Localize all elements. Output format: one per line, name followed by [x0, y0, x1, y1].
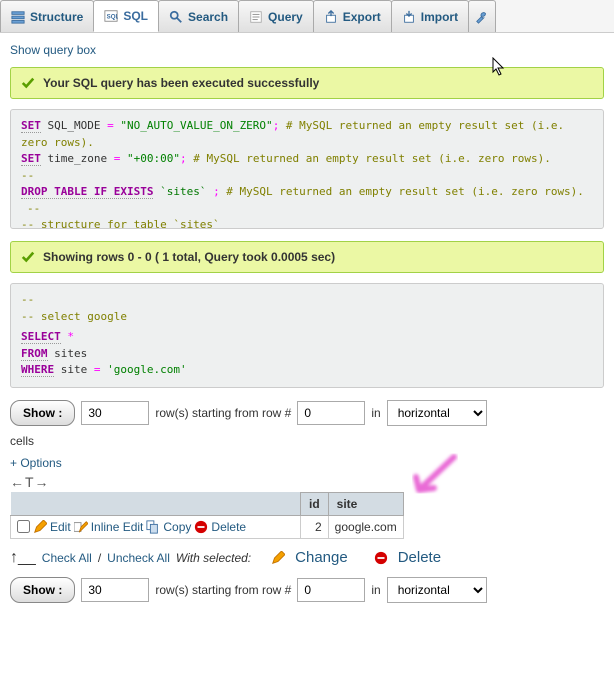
tab-sql-label: SQL: [123, 9, 148, 23]
rows-starting-label: row(s) starting from row #: [155, 583, 291, 597]
sql-icon: SQL: [104, 9, 118, 23]
tab-structure-label: Structure: [30, 10, 83, 24]
tab-search-label: Search: [188, 10, 228, 24]
show-button[interactable]: Show :: [10, 400, 75, 426]
cells-label: cells: [10, 434, 604, 448]
tabs-bar: Structure SQL SQL Search Query Export Im…: [0, 0, 614, 33]
limit-input[interactable]: [81, 578, 149, 602]
success-message: Your SQL query has been executed success…: [10, 67, 604, 99]
rows-starting-label: row(s) starting from row #: [155, 406, 291, 420]
tab-search[interactable]: Search: [158, 0, 239, 32]
show-query-box-link[interactable]: Show query box: [10, 43, 96, 57]
showing-rows-text: Showing rows 0 - 0 ( 1 total, Query took…: [43, 250, 335, 264]
edit-icon: [271, 551, 285, 565]
inline-edit-link[interactable]: Inline Edit: [91, 520, 144, 534]
structure-icon: [11, 10, 25, 24]
change-link[interactable]: Change: [295, 549, 348, 566]
sql-box-1: SET SQL_MODE = "NO_AUTO_VALUE_ON_ZERO"; …: [10, 109, 604, 229]
tab-structure[interactable]: Structure: [0, 0, 94, 32]
tab-query-label: Query: [268, 10, 303, 24]
tab-import-label: Import: [421, 10, 458, 24]
uncheck-all-link[interactable]: Uncheck All: [107, 551, 170, 565]
arrow-up-icon: ↑__: [10, 549, 36, 567]
with-selected-label: With selected:: [176, 551, 251, 565]
copy-link[interactable]: Copy: [163, 520, 191, 534]
cell-site: google.com: [328, 515, 403, 538]
wrench-icon: [475, 10, 489, 24]
inline-edit-icon: [74, 520, 88, 534]
tab-import[interactable]: Import: [391, 0, 469, 32]
row-checkbox[interactable]: [17, 520, 30, 533]
search-icon: [169, 10, 183, 24]
pagination-top: Show : row(s) starting from row # in hor…: [10, 400, 604, 426]
column-resize-control[interactable]: ←T→: [10, 474, 404, 490]
check-all-link[interactable]: Check All: [42, 551, 92, 565]
query-icon: [249, 10, 263, 24]
pagination-bottom: Show : row(s) starting from row # in hor…: [10, 577, 604, 603]
delete-action-link[interactable]: Delete: [398, 549, 441, 566]
success-text: Your SQL query has been executed success…: [43, 76, 319, 90]
cell-id: 2: [301, 515, 329, 538]
check-icon: [21, 76, 35, 90]
tab-query[interactable]: Query: [238, 0, 314, 32]
import-icon: [402, 10, 416, 24]
options-link[interactable]: + Options: [10, 456, 604, 470]
result-table: id site Edit Inline Edit Copy Delete: [10, 492, 404, 539]
start-row-input[interactable]: [297, 401, 365, 425]
export-icon: [324, 10, 338, 24]
show-button[interactable]: Show :: [10, 577, 75, 603]
main-content: Show query box Your SQL query has been e…: [0, 33, 614, 621]
showing-rows-message: Showing rows 0 - 0 ( 1 total, Query took…: [10, 241, 604, 273]
mode-select[interactable]: horizontal: [387, 577, 487, 603]
edit-icon: [33, 520, 47, 534]
in-label: in: [371, 583, 380, 597]
mode-select[interactable]: horizontal: [387, 400, 487, 426]
start-row-input[interactable]: [297, 578, 365, 602]
tab-more[interactable]: [468, 0, 496, 32]
sql-box-2: -- -- select google SELECT * FROM sites …: [10, 283, 604, 388]
table-row: Edit Inline Edit Copy Delete 2 google.co…: [11, 515, 404, 538]
tab-export[interactable]: Export: [313, 0, 392, 32]
col-id[interactable]: id: [301, 492, 329, 515]
copy-icon: [146, 520, 160, 534]
delete-link[interactable]: Delete: [211, 520, 246, 534]
delete-icon: [374, 551, 388, 565]
tab-export-label: Export: [343, 10, 381, 24]
limit-input[interactable]: [81, 401, 149, 425]
col-site[interactable]: site: [328, 492, 403, 515]
edit-link[interactable]: Edit: [50, 520, 71, 534]
delete-icon: [194, 520, 208, 534]
check-icon: [21, 250, 35, 264]
svg-text:SQL: SQL: [107, 14, 118, 21]
tab-sql[interactable]: SQL SQL: [93, 0, 159, 32]
in-label: in: [371, 406, 380, 420]
footer-actions: ↑__ Check All / Uncheck All With selecte…: [10, 549, 604, 567]
